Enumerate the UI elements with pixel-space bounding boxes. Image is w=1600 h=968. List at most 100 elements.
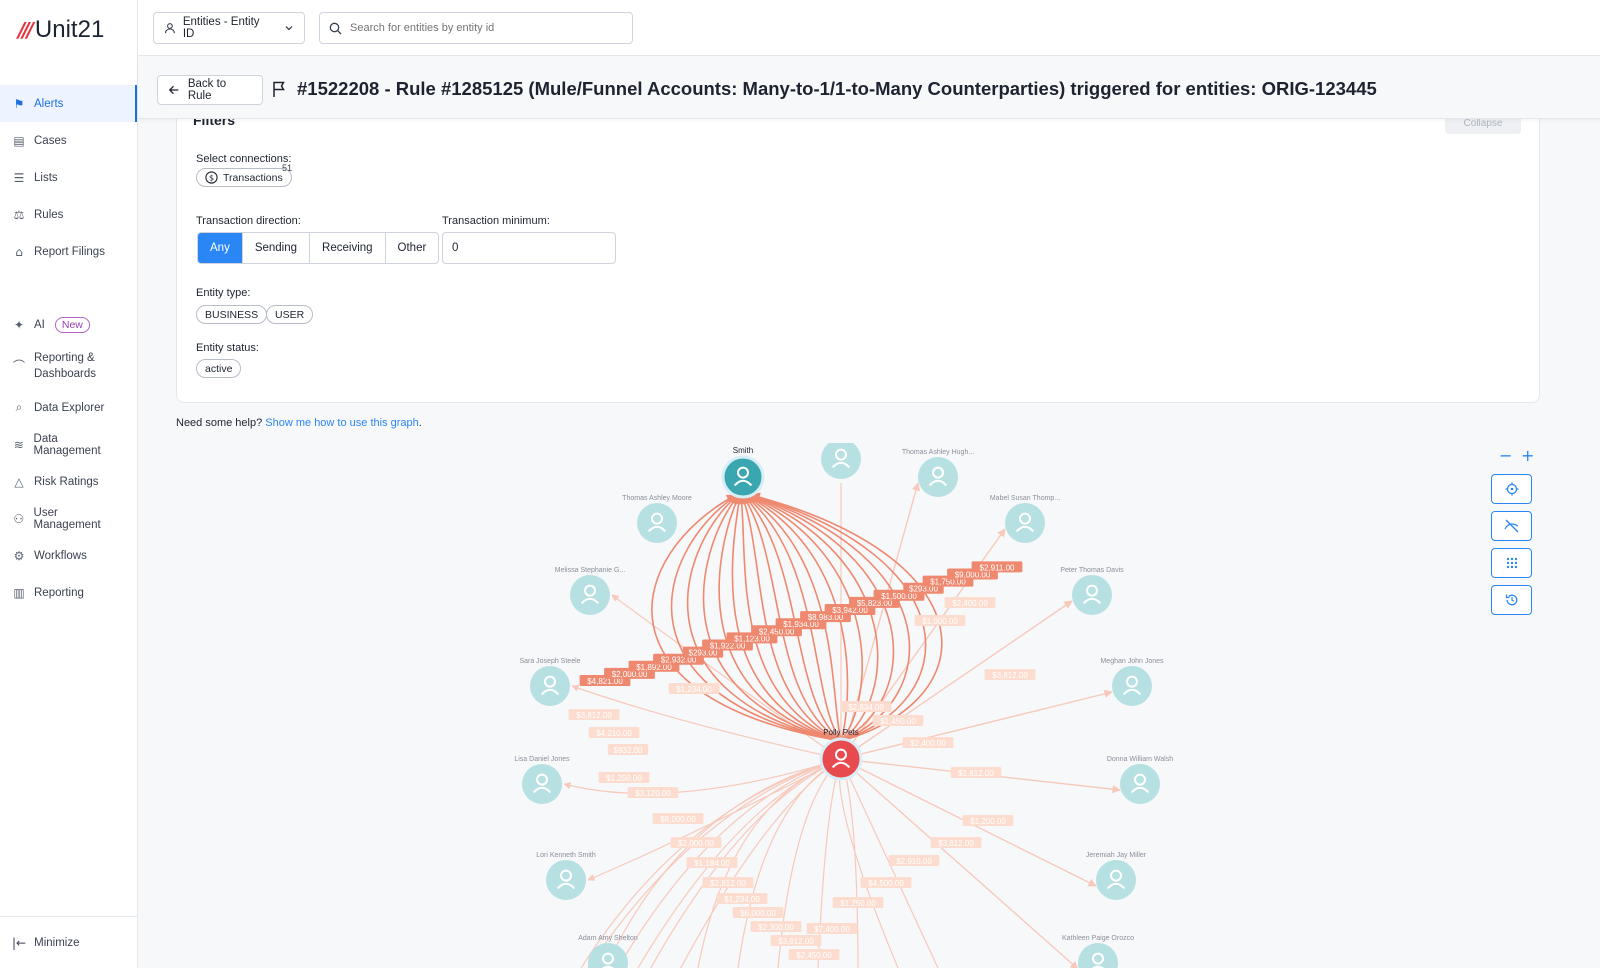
sidebar-item-user-management[interactable]: ⚇ User Management	[0, 500, 137, 537]
grid-layout-button[interactable]	[1491, 548, 1532, 578]
sidebar-item-reporting-dashboards[interactable]: ⌒ Reporting & Dashboards	[0, 343, 137, 389]
zoom-in-button[interactable]: +	[1521, 446, 1534, 465]
faint-amount-label: $3,812.00	[930, 837, 982, 848]
sidebar-item-alerts[interactable]: ⚑ Alerts	[0, 85, 137, 122]
faint-amount-label: $1,250.00	[832, 897, 884, 908]
sidebar-item-report-filings[interactable]: ⌂ Report Filings	[0, 233, 137, 270]
search-list-icon: ⌕	[15, 400, 23, 414]
minimize-button[interactable]: |← Minimize	[0, 916, 137, 968]
faint-edge[interactable]	[840, 758, 1079, 968]
entity-network-graph[interactable]: $4,821.00$2,000.00$1,892.00$2,932.00$293…	[138, 443, 1600, 968]
entity-node[interactable]: Meghan John Jones	[1100, 658, 1164, 706]
svg-text:$1,812.00: $1,812.00	[958, 769, 994, 778]
flag-icon: ⚑	[13, 96, 25, 111]
svg-text:$2,450.00: $2,450.00	[796, 951, 832, 960]
hub-node[interactable]: Polly Pets	[819, 728, 863, 781]
entity-node[interactable]: Jeremiah Jay Miller	[1086, 852, 1147, 900]
direction-any[interactable]: Any	[198, 233, 243, 263]
collapse-filters-button[interactable]: Collapse	[1445, 119, 1521, 134]
svg-text:$4,500.00: $4,500.00	[868, 879, 904, 888]
grid-dots-icon	[1506, 557, 1517, 569]
transactions-chip[interactable]: $ Transactions	[196, 168, 292, 187]
graph-help-link[interactable]: Show me how to use this graph	[265, 417, 418, 429]
sidebar-item-workflows[interactable]: ⚙ Workflows	[0, 537, 137, 574]
faint-amount-label: $6,000.00	[732, 907, 784, 918]
zoom-out-button[interactable]: −	[1499, 446, 1512, 465]
entity-node[interactable]: Kathleen Paige Orozco	[1062, 935, 1134, 968]
svg-text:$2,400.00: $2,400.00	[952, 599, 988, 608]
faint-edge[interactable]	[817, 758, 842, 968]
faint-amount-label: $3,812.00	[568, 709, 620, 720]
faint-amount-label: $3,120.00	[627, 787, 679, 798]
faint-amount-label: $1,184.00	[686, 857, 738, 868]
entity-node-label: Jeremiah Jay Miller	[1086, 852, 1147, 859]
reset-graph-button[interactable]	[1491, 585, 1532, 615]
alert-header: Back to Rule #1522208 - Rule #1285125 (M…	[138, 57, 1600, 119]
page-title: #1522208 - Rule #1285125 (Mule/Funnel Ac…	[272, 78, 1377, 100]
svg-text:$1,250.00: $1,250.00	[606, 774, 642, 783]
sidebar-item-risk-ratings[interactable]: △ Risk Ratings	[0, 463, 137, 500]
entity-status-active-chip[interactable]: active	[196, 359, 242, 378]
transaction-minimum-input[interactable]	[442, 232, 616, 264]
sidebar-item-lists[interactable]: ☰ Lists	[0, 159, 137, 196]
entity-node[interactable]: Lisa Daniel Jones	[514, 756, 570, 804]
entity-node[interactable]: Donna William Walsh	[1107, 756, 1173, 804]
entity-node[interactable]: Melissa Stephanie G...	[555, 567, 625, 615]
faint-amount-label: $1,234.00	[668, 683, 720, 694]
svg-text:$1,450.00: $1,450.00	[880, 717, 916, 726]
sidebar-item-ai[interactable]: ✦ AI New	[0, 306, 137, 343]
svg-text:$932.00: $932.00	[614, 746, 643, 755]
sidebar-item-cases[interactable]: ▤ Cases	[0, 122, 137, 159]
svg-text:$2,812.00: $2,812.00	[710, 879, 746, 888]
sidebar-item-reporting[interactable]: ▥ Reporting	[0, 574, 137, 611]
entity-node[interactable]: Sara Joseph Steele	[519, 658, 581, 706]
logo[interactable]: /// Unit21	[18, 16, 104, 44]
chevron-down-icon	[285, 26, 293, 31]
entity-node[interactable]: Thomas Ashley Hugh...	[902, 449, 974, 497]
toggle-edges-button[interactable]	[1491, 511, 1532, 541]
entity-node[interactable]: Lori Kenneth Smith	[536, 852, 596, 900]
entity-search-input[interactable]	[350, 22, 620, 34]
svg-text:$6,000.00: $6,000.00	[740, 909, 776, 918]
direction-sending[interactable]: Sending	[243, 233, 311, 263]
entity-node[interactable]	[821, 443, 861, 479]
entity-node[interactable]: Thomas Ashley Moore	[622, 495, 692, 543]
back-to-rule-button[interactable]: Back to Rule	[157, 75, 263, 105]
svg-text:$7,400.00: $7,400.00	[814, 925, 850, 934]
sparkle-icon: ✦	[13, 317, 25, 332]
svg-text:$3,120.00: $3,120.00	[635, 789, 671, 798]
svg-text:$: $	[209, 174, 214, 183]
entity-node-label: Thomas Ashley Hugh...	[902, 449, 974, 456]
faint-amount-label: $2,300.00	[750, 921, 802, 932]
faint-amount-label: $1,000.00	[914, 615, 966, 626]
entity-type-select[interactable]: Entities - Entity ID	[153, 12, 305, 44]
logo-mark: ///	[18, 18, 34, 42]
faint-amount-label: $4,210.00	[588, 727, 640, 738]
entity-node[interactable]: Adam Amy Shelton	[578, 935, 638, 968]
svg-text:$1,234.00: $1,234.00	[724, 895, 760, 904]
hub-node[interactable]: Smith	[721, 446, 765, 499]
entity-type-business-chip[interactable]: BUSINESS	[196, 305, 268, 324]
strong-edges	[651, 492, 943, 742]
svg-text:$1,250.00: $1,250.00	[840, 899, 876, 908]
entity-type-user-chip[interactable]: USER	[266, 305, 314, 324]
center-graph-button[interactable]	[1491, 474, 1532, 504]
sidebar-item-rules[interactable]: ⚖ Rules	[0, 196, 137, 233]
faint-amount-label: $2,834.00	[840, 701, 892, 712]
sidebar-item-data-management[interactable]: ≋ Data Management	[0, 426, 137, 463]
sidebar-item-data-explorer[interactable]: ⌕ Data Explorer	[0, 389, 137, 426]
graph-help: Need some help? Show me how to use this …	[176, 417, 422, 429]
svg-text:$1,234.00: $1,234.00	[676, 685, 712, 694]
hub-node-label: Smith	[733, 446, 753, 455]
svg-text:$4,210.00: $4,210.00	[596, 729, 632, 738]
minimum-label: Transaction minimum:	[442, 215, 550, 227]
entity-search[interactable]	[319, 12, 633, 44]
direction-receiving[interactable]: Receiving	[310, 233, 386, 263]
svg-text:$8,000.00: $8,000.00	[660, 815, 696, 824]
direction-other[interactable]: Other	[386, 233, 439, 263]
entity-node-label: Meghan John Jones	[1100, 658, 1164, 665]
entity-node[interactable]: Peter Thomas Davis	[1060, 567, 1124, 615]
bank-icon: ⌂	[15, 244, 23, 259]
hub-node-label: Polly Pets	[823, 728, 859, 737]
svg-text:$2,300.00: $2,300.00	[758, 923, 794, 932]
